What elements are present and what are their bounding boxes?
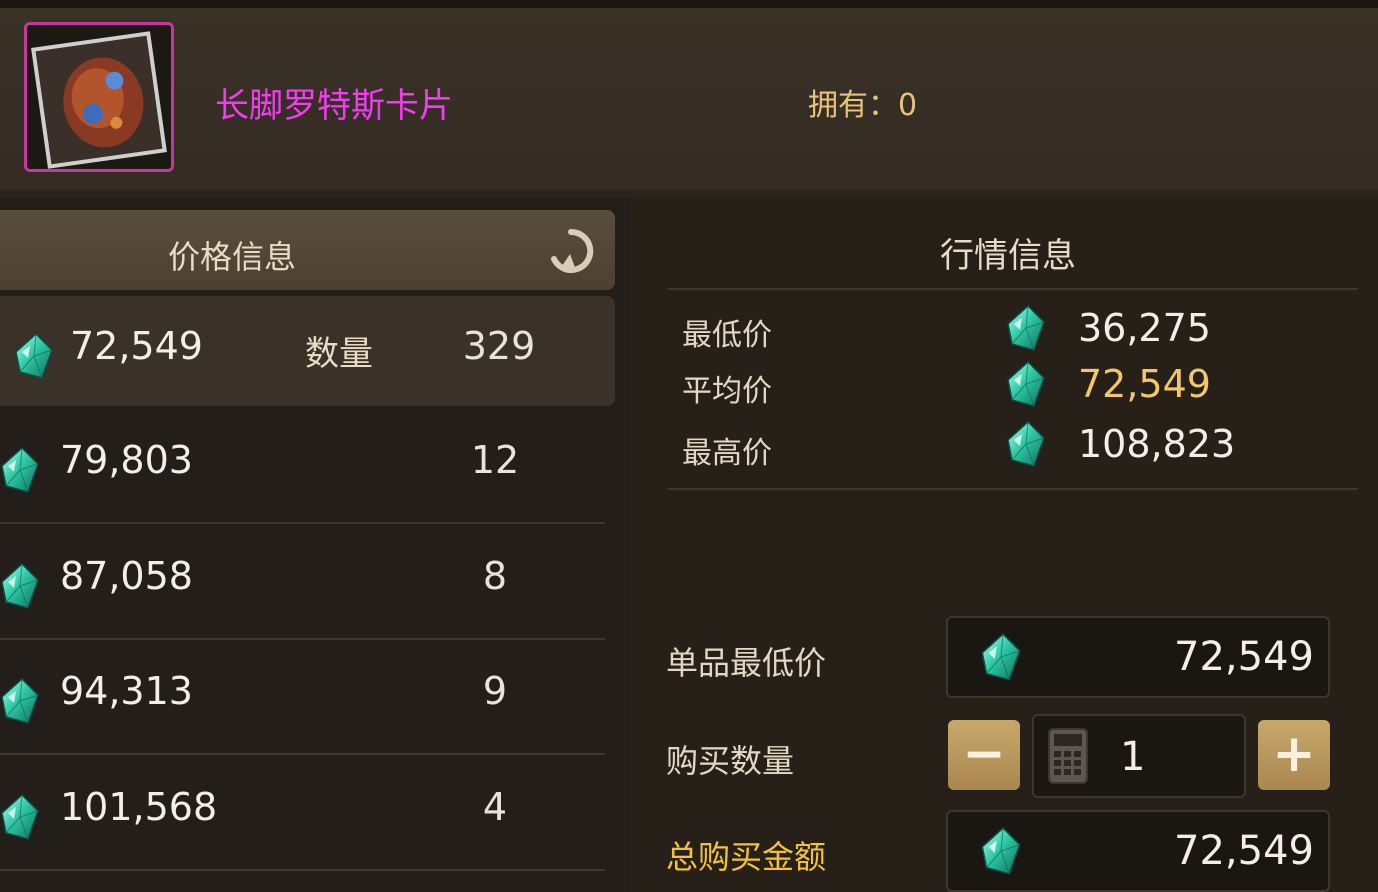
listing-quantity: 329	[462, 324, 536, 368]
listing-row[interactable]: 72,549 数量 329	[0, 296, 615, 406]
item-name: 长脚罗特斯卡片	[215, 86, 453, 126]
avg-price-value: 72,549	[1078, 362, 1211, 406]
listing-price: 87,058	[60, 554, 193, 598]
total-amount-value: 72,549	[1174, 828, 1314, 874]
gem-icon	[1006, 304, 1046, 354]
gem-icon	[0, 793, 40, 843]
avg-price-label: 平均价	[682, 374, 772, 409]
row-divider	[0, 869, 605, 871]
unit-price-value: 72,549	[1174, 634, 1314, 680]
market-info-title: 行情信息	[940, 236, 1076, 276]
listing-row[interactable]: 94,313 9	[0, 641, 605, 755]
unit-price-field: 72,549	[946, 616, 1330, 698]
gem-icon	[1006, 360, 1046, 410]
row-divider	[0, 638, 605, 640]
unit-price-label: 单品最低价	[666, 644, 827, 682]
listing-quantity: 9	[482, 669, 508, 713]
row-divider	[0, 753, 605, 755]
min-price-label: 最低价	[682, 318, 772, 353]
listing-quantity: 4	[482, 785, 508, 829]
gem-icon	[0, 446, 40, 496]
market-divider-top	[668, 288, 1358, 290]
total-amount-label: 总购买金额	[666, 838, 827, 876]
min-price-value: 36,275	[1078, 306, 1211, 350]
listing-row[interactable]: 79,803 12	[0, 410, 605, 524]
price-info-title: 价格信息	[168, 238, 297, 276]
row-divider	[0, 522, 605, 524]
listing-row[interactable]: 87,058 8	[0, 526, 605, 640]
gem-icon	[980, 632, 1022, 684]
increase-quantity-button[interactable]: +	[1258, 720, 1330, 790]
gem-icon	[0, 562, 40, 612]
gem-icon	[980, 826, 1022, 878]
market-divider-bottom	[668, 488, 1358, 490]
quantity-label: 数量	[305, 334, 373, 374]
refresh-icon[interactable]	[546, 226, 596, 276]
owned-count: 拥有：0	[808, 88, 918, 123]
quantity-input[interactable]: 1	[1032, 714, 1246, 798]
listing-row[interactable]: 101,568 4	[0, 757, 605, 871]
monster-card-icon	[31, 31, 167, 169]
listing-price: 94,313	[60, 669, 193, 713]
plus-icon: +	[1272, 724, 1316, 784]
listing-price: 101,568	[60, 785, 218, 829]
item-header	[0, 8, 1378, 190]
item-icon-frame	[24, 22, 174, 172]
price-info-header: 价格信息	[0, 210, 615, 290]
buy-quantity-label: 购买数量	[666, 742, 795, 780]
listing-price: 79,803	[60, 438, 193, 482]
gem-icon	[0, 677, 40, 727]
decrease-quantity-button[interactable]: −	[948, 720, 1020, 790]
max-price-label: 最高价	[682, 436, 772, 471]
listing-price: 72,549	[70, 324, 203, 368]
listing-quantity: 8	[482, 554, 508, 598]
total-amount-field: 72,549	[946, 810, 1330, 892]
window-top-edge	[0, 0, 1378, 8]
minus-icon: −	[962, 724, 1006, 784]
gem-icon	[1006, 420, 1046, 470]
max-price-value: 108,823	[1078, 422, 1236, 466]
listing-quantity: 12	[470, 438, 520, 482]
gem-icon	[14, 332, 54, 382]
quantity-value: 1	[1120, 734, 1146, 780]
calculator-icon[interactable]	[1048, 728, 1088, 784]
